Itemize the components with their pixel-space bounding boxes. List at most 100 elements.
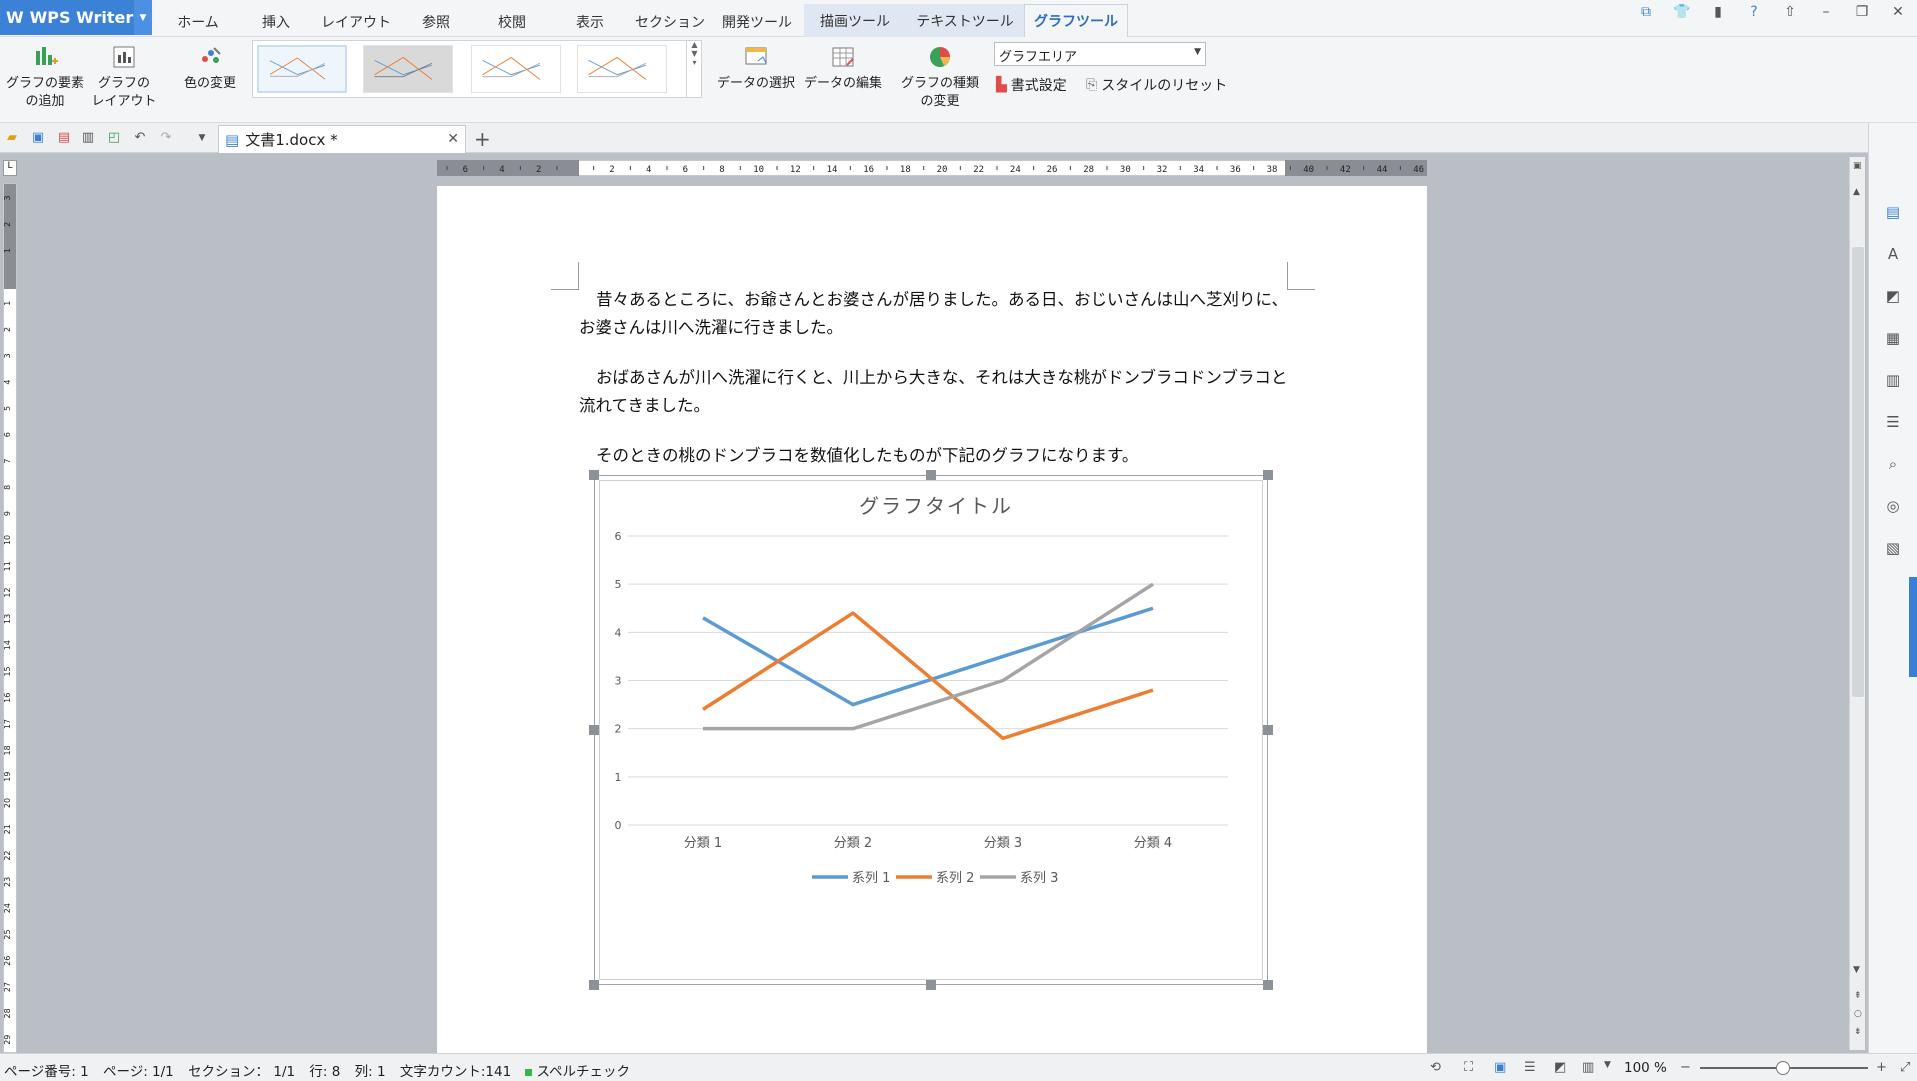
gallery-scroll-buttons[interactable]: ▲ ▼ ▾ xyxy=(686,40,702,98)
zoom-slider-handle[interactable] xyxy=(1776,1061,1790,1075)
resize-handle[interactable] xyxy=(589,725,599,735)
scroll-up-icon[interactable]: ▲ xyxy=(1853,187,1860,197)
file-panel-icon[interactable]: ▥ xyxy=(1883,371,1903,391)
chart-style-1[interactable] xyxy=(257,45,347,93)
skin-icon[interactable]: 👕 xyxy=(1671,4,1693,20)
export-pdf-icon[interactable]: ▤ xyxy=(56,130,72,146)
scrollbar-thumb[interactable] xyxy=(1852,247,1864,697)
vertical-scrollbar[interactable]: ▣ ▲ ▼ ⇞ ○ ⇟ xyxy=(1849,157,1865,1050)
shapes-panel-icon[interactable]: ▦ xyxy=(1883,329,1903,349)
resize-handle[interactable] xyxy=(926,470,936,480)
add-chart-element-button[interactable]: グラフの要素 の追加 xyxy=(4,41,86,111)
tab-references[interactable]: 参照 xyxy=(404,6,468,37)
chart-element-select[interactable]: グラフエリア ▼ xyxy=(994,42,1206,66)
document-tab[interactable]: ▤ 文書1.docx * ✕ xyxy=(218,125,466,153)
edit-data-button[interactable]: データの編集 xyxy=(800,41,886,93)
vertical-ruler[interactable]: 3211234567891011121314151617181920212223… xyxy=(3,183,17,1053)
ruler-tab-selector[interactable]: L xyxy=(3,160,17,176)
document-body[interactable]: 昔々あるところに、お爺さんとお婆さんが居りました。ある日、おじいさんは山へ芝刈り… xyxy=(579,286,1291,492)
ruler-label: 19 xyxy=(4,772,12,782)
find-panel-icon[interactable]: ⌕ xyxy=(1883,455,1903,475)
tab-layout[interactable]: レイアウト xyxy=(318,6,394,37)
resize-handle[interactable] xyxy=(1263,980,1273,990)
chart-style-4[interactable] xyxy=(577,45,667,93)
web-view-icon[interactable]: ◩ xyxy=(1554,1060,1566,1075)
tab-text-tools[interactable]: テキストツール xyxy=(906,4,1024,37)
chart-area[interactable]: グラフタイトル 0 1 2 3 4 5 6 分類 1 分類 2 分類 3 分類 4 系列 1 系列 2 系列… xyxy=(599,480,1263,980)
tab-developer[interactable]: 開発ツール xyxy=(718,6,796,37)
tab-review[interactable]: 校閲 xyxy=(480,6,544,37)
settings-panel-icon[interactable]: ▧ xyxy=(1883,539,1903,559)
close-icon[interactable]: ✕ xyxy=(1887,4,1909,20)
view-mode-dropdown-icon[interactable]: ▼ xyxy=(1604,1060,1611,1070)
chart-style-2[interactable] xyxy=(363,45,453,93)
ruler-toggle-icon[interactable]: ▣ xyxy=(1853,161,1862,171)
resize-handle[interactable] xyxy=(589,470,599,480)
select-data-button[interactable]: データの選択 xyxy=(714,41,798,93)
add-element-icon xyxy=(36,47,58,65)
tab-drawing-tools[interactable]: 描画ツール xyxy=(804,4,906,37)
resize-handle[interactable] xyxy=(589,980,599,990)
paragraph[interactable]: そのときの桃のドンブラコを数値化したものが下記のグラフになります。 xyxy=(579,442,1291,470)
format-button[interactable]: ▙ 書式設定 xyxy=(996,75,1067,95)
resize-handle[interactable] xyxy=(1263,725,1273,735)
chart-style-3[interactable] xyxy=(471,45,561,93)
horizontal-ruler[interactable]: 6 4 2 2 4 6 8 10 12 14 16 18 20 22 24 26 28 30 32 34 36 38 40 4… xyxy=(437,160,1427,176)
outline-view-icon[interactable]: ☰ xyxy=(1524,1060,1536,1075)
ruler-label: 2 xyxy=(4,222,12,227)
reset-style-button[interactable]: ⎘ スタイルのリセット xyxy=(1086,75,1227,95)
tab-chart-tools[interactable]: グラフツール xyxy=(1024,4,1128,37)
spell-check-toggle[interactable]: スペルチェック xyxy=(525,1064,630,1080)
status-word-count[interactable]: 文字カウント:141 xyxy=(400,1064,511,1080)
resize-handle[interactable] xyxy=(1263,470,1273,480)
share-icon[interactable]: ⧉ xyxy=(1635,4,1657,20)
change-color-button[interactable]: 色の変更 xyxy=(172,41,248,93)
previous-page-icon[interactable]: ⇞ xyxy=(1854,991,1862,1001)
tab-section[interactable]: セクション xyxy=(632,6,708,37)
page-view-icon[interactable]: ▣ xyxy=(1494,1060,1506,1075)
chart-layout-button[interactable]: グラフの レイアウト xyxy=(86,41,162,111)
maximize-icon[interactable]: ❐ xyxy=(1851,4,1873,20)
paragraph[interactable]: おばあさんが川へ洗濯に行くと、川上から大きな、それは大きな桃がドンブラコドンブラ… xyxy=(579,364,1291,420)
change-chart-type-button[interactable]: グラフの種類 の変更 xyxy=(896,41,984,111)
select-panel-icon[interactable]: ◩ xyxy=(1883,287,1903,307)
print-preview-icon[interactable]: ◰ xyxy=(106,130,122,146)
select-browse-object-icon[interactable]: ○ xyxy=(1854,1009,1862,1019)
tab-home[interactable]: ホーム xyxy=(170,6,226,37)
history-icon[interactable]: ⟲ xyxy=(1430,1060,1441,1075)
tab-view[interactable]: 表示 xyxy=(560,6,620,37)
document-panel-icon[interactable]: ▤ xyxy=(1883,203,1903,223)
next-page-icon[interactable]: ⇟ xyxy=(1854,1027,1862,1037)
print-icon[interactable]: ▥ xyxy=(80,130,96,146)
ruler-label: 6 xyxy=(463,165,468,175)
app-menu-button[interactable]: W WPS Writer ▼ xyxy=(0,0,152,35)
close-icon[interactable]: ✕ xyxy=(447,131,459,147)
customize-dropdown-icon[interactable]: ▼ xyxy=(194,130,210,146)
resize-handle[interactable] xyxy=(926,980,936,990)
backup-panel-icon[interactable]: ◎ xyxy=(1883,497,1903,517)
restore-ribbon-icon[interactable]: ⇧ xyxy=(1779,4,1801,20)
minimize-icon[interactable]: – xyxy=(1815,4,1837,20)
fit-page-icon[interactable]: ⤢ xyxy=(1900,1060,1910,1075)
reading-mode-icon[interactable]: ▥ xyxy=(1582,1060,1594,1075)
help-icon[interactable]: ? xyxy=(1743,4,1765,20)
scroll-down-icon[interactable]: ▼ xyxy=(1853,965,1860,975)
chevron-down-icon[interactable]: ▼ xyxy=(134,0,152,35)
paragraph[interactable]: 昔々あるところに、お爺さんとお婆さんが居りました。ある日、おじいさんは山へ芝刈り… xyxy=(579,286,1291,342)
sidebar-expand-tab[interactable] xyxy=(1909,577,1917,677)
open-icon[interactable]: ▰ xyxy=(4,130,20,146)
user-icon[interactable]: ▮ xyxy=(1707,4,1729,20)
zoom-level[interactable]: 100 % xyxy=(1624,1060,1667,1076)
ruler-label: 34 xyxy=(1193,165,1204,175)
ruler-label: 10 xyxy=(4,535,12,545)
save-icon[interactable]: ▣ xyxy=(30,130,46,146)
new-tab-icon[interactable]: + xyxy=(474,127,491,151)
undo-icon[interactable]: ↶ xyxy=(132,130,148,146)
redo-icon[interactable]: ↷ xyxy=(158,130,174,146)
zoom-in-icon[interactable]: + xyxy=(1876,1060,1887,1075)
zoom-out-icon[interactable]: − xyxy=(1680,1060,1691,1075)
fullscreen-icon[interactable]: ⛶ xyxy=(1464,1060,1473,1075)
tab-insert[interactable]: 挿入 xyxy=(248,6,304,37)
style-panel-icon[interactable]: A xyxy=(1883,245,1903,265)
navigation-panel-icon[interactable]: ☰ xyxy=(1883,413,1903,433)
